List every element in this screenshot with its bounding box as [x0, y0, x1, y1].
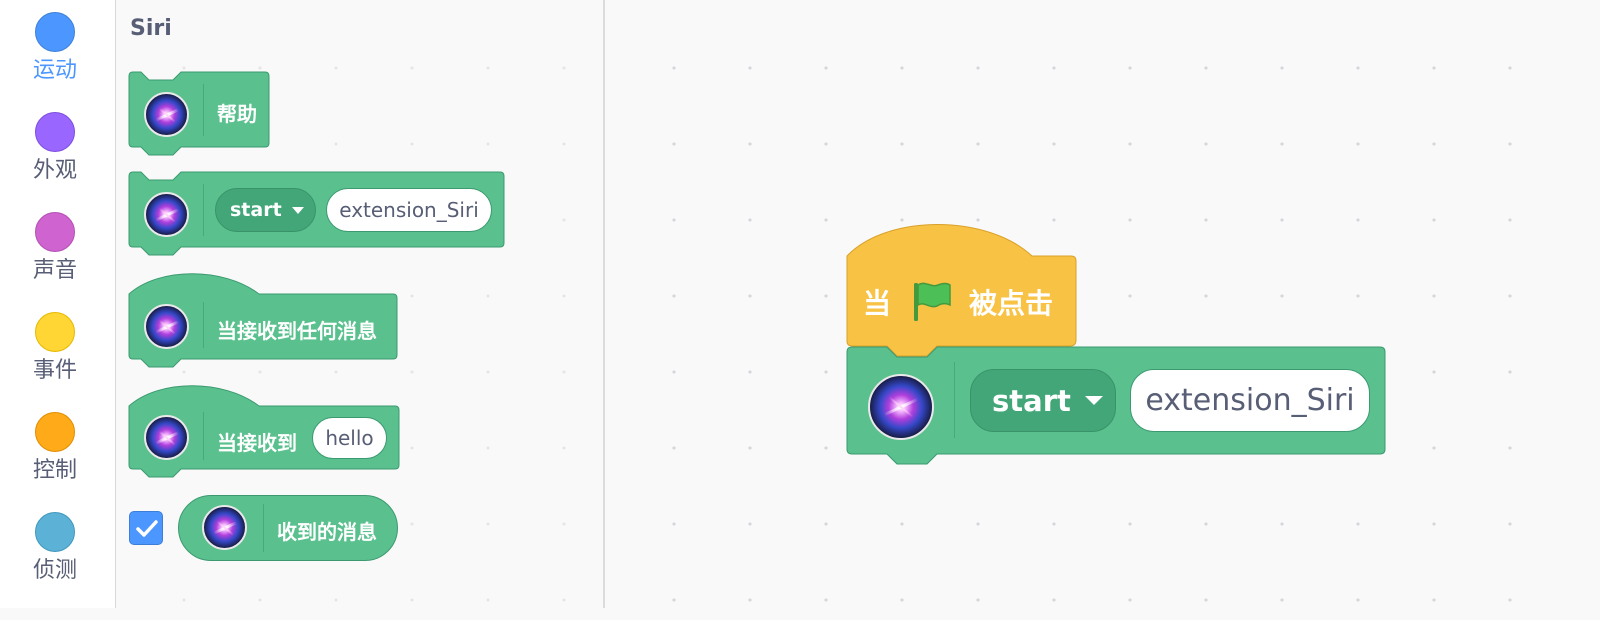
siri-start-block[interactable]: start extension_Siri — [128, 171, 505, 260]
siri-icon — [202, 505, 247, 550]
category-label: 运动 — [32, 58, 77, 83]
block-label: 帮助 — [217, 102, 257, 126]
category-dot — [35, 12, 75, 52]
category-dot — [35, 112, 75, 152]
received-message-reporter[interactable]: 收到的消息 — [178, 495, 398, 561]
siri-icon — [144, 415, 189, 460]
category-dot — [35, 212, 75, 252]
workspace-siri-start-block[interactable]: start extension_Siri — [846, 346, 1387, 471]
help-block[interactable]: 帮助 — [128, 71, 270, 160]
siri-icon — [144, 192, 189, 237]
block-divider — [954, 362, 955, 438]
chevron-down-icon — [291, 206, 304, 214]
block-label: 收到的消息 — [277, 520, 377, 544]
extension-name-input[interactable]: extension_Siri — [1130, 369, 1370, 432]
block-divider — [203, 184, 204, 236]
category-sound[interactable]: 声音 — [0, 212, 110, 284]
category-label: 控制 — [32, 458, 77, 483]
message-input[interactable]: hello — [312, 417, 387, 459]
block-divider — [203, 302, 204, 348]
dropdown-value: start — [230, 199, 282, 221]
siri-icon — [144, 92, 189, 137]
start-dropdown[interactable]: start — [215, 188, 316, 232]
start-dropdown[interactable]: start — [970, 369, 1116, 432]
category-label: 事件 — [32, 358, 77, 383]
category-looks[interactable]: 外观 — [0, 112, 110, 184]
green-flag-icon — [914, 282, 951, 321]
block-label-clicked: 被点击 — [969, 287, 1054, 320]
siri-icon — [144, 304, 189, 349]
when-receive-message-block[interactable]: 当接收到 hello — [128, 384, 400, 478]
category-label: 外观 — [32, 158, 77, 183]
chevron-down-icon — [1084, 396, 1103, 405]
category-dot — [35, 512, 75, 552]
palette-section-title: Siri — [130, 16, 172, 41]
extension-name-input[interactable]: extension_Siri — [326, 188, 492, 232]
block-divider — [203, 84, 204, 136]
category-dot — [35, 412, 75, 452]
category-events[interactable]: 事件 — [0, 312, 110, 384]
category-label: 侦测 — [32, 558, 77, 583]
when-receive-any-message-block[interactable]: 当接收到任何消息 — [128, 272, 398, 368]
siri-icon — [868, 374, 934, 440]
category-control[interactable]: 控制 — [0, 412, 110, 484]
category-sensing[interactable]: 侦测 — [0, 512, 110, 584]
block-label-when: 当 — [863, 287, 892, 320]
checkmark-icon — [136, 520, 158, 537]
block-divider — [203, 412, 204, 460]
block-label: 当接收到任何消息 — [217, 319, 377, 343]
script-workspace[interactable] — [607, 0, 1568, 608]
block-label: 当接收到 — [217, 431, 297, 455]
when-flag-clicked-block[interactable]: 当 被点击 — [846, 222, 1077, 357]
category-menu: 运动 外观 声音 事件 控制 侦测 — [0, 0, 116, 608]
monitor-checkbox[interactable] — [129, 511, 163, 545]
category-dot — [35, 312, 75, 352]
dropdown-value: start — [992, 383, 1071, 418]
category-motion[interactable]: 运动 — [0, 12, 110, 84]
category-label: 声音 — [32, 258, 77, 283]
block-divider — [263, 504, 264, 552]
